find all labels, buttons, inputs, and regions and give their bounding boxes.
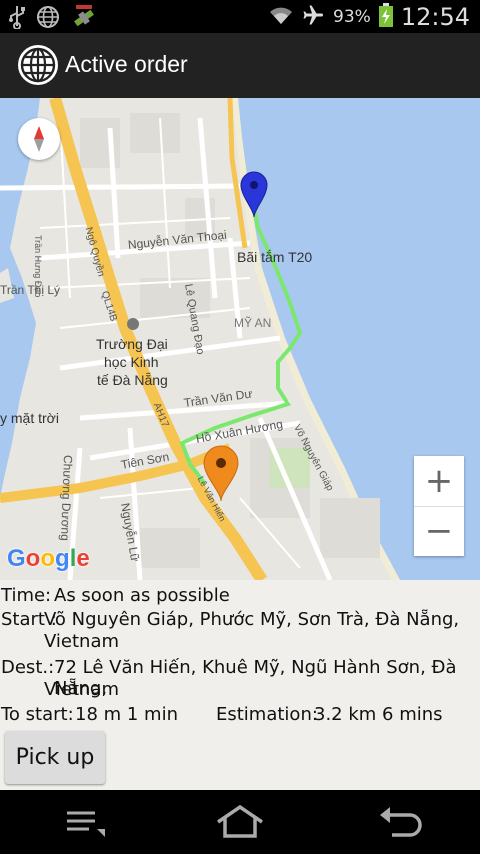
- zoom-out-button[interactable]: −: [414, 506, 464, 556]
- google-logo: Google: [7, 545, 90, 573]
- zoom-in-button[interactable]: +: [414, 456, 464, 507]
- usb-icon: [8, 5, 26, 33]
- destination-marker-icon[interactable]: [202, 444, 240, 502]
- time-value: As soon as possible: [54, 585, 230, 606]
- map-label-university-1: Trường Đại: [96, 336, 168, 352]
- dest-address-line2: Vietnam: [44, 679, 120, 700]
- google-logo-letter: G: [7, 545, 26, 572]
- globe-icon[interactable]: [16, 43, 60, 91]
- map-label-chuong-duong: Chương Dương: [58, 454, 75, 542]
- wifi-icon: [269, 4, 293, 30]
- battery-charging-icon: [378, 2, 393, 31]
- estimation-value: 3.2 km 6 mins: [314, 704, 443, 725]
- time-label: Time:: [1, 585, 52, 606]
- zoom-controls: + −: [414, 456, 464, 556]
- map-view[interactable]: Bãi tắm T20 Nguyễn Văn Thoại Lê Quang Đạ…: [0, 98, 480, 580]
- start-address-line1: Võ Nguyên Giáp, Phước Mỹ, Sơn Trà, Đà Nẵ…: [44, 609, 460, 630]
- dest-label: Dest.:: [1, 657, 55, 678]
- compass-icon: [18, 118, 60, 160]
- start-marker-icon[interactable]: [239, 170, 269, 218]
- google-logo-letter: o: [25, 545, 41, 572]
- google-logo-letter: e: [76, 545, 90, 572]
- google-logo-letter: o: [40, 545, 56, 572]
- airplane-mode-icon: [301, 3, 325, 31]
- back-icon[interactable]: [376, 790, 426, 854]
- globe-icon: [36, 5, 60, 33]
- map-label-tran-thi-ly: Trần Thị Lý: [0, 283, 61, 297]
- pick-up-button[interactable]: Pick up: [5, 731, 105, 784]
- page-title: Active order: [65, 51, 188, 77]
- map-label-university-3: tế Đà Nẵng: [97, 372, 168, 388]
- start-address-line2: Vietnam: [44, 631, 120, 652]
- to-start-label: To start:: [1, 704, 74, 725]
- satellite-icon: [70, 4, 98, 34]
- compass-button[interactable]: [18, 118, 60, 160]
- google-logo-letter: g: [55, 545, 70, 572]
- status-bar: 93% 12:54: [0, 0, 480, 33]
- battery-percent: 93%: [333, 6, 371, 27]
- menu-icon[interactable]: [58, 790, 108, 854]
- action-bar: Active order: [0, 33, 480, 98]
- navigation-bar: [0, 790, 480, 854]
- poi-university-icon: [127, 318, 139, 330]
- map-label-my-an: MỸ AN: [234, 316, 272, 330]
- estimation-label: Estimation:: [216, 704, 318, 725]
- to-start-value: 18 m 1 min: [75, 704, 178, 725]
- map-label-beach: Bãi tắm T20: [237, 249, 313, 265]
- clock: 12:54: [400, 2, 470, 31]
- map-label-tran-hung-dao: Trần Hưng Đạo: [33, 235, 43, 298]
- home-icon[interactable]: [213, 790, 267, 854]
- map-label-mat-troi: y mặt trời: [0, 410, 59, 426]
- map-label-university-2: học Kinh: [104, 354, 159, 370]
